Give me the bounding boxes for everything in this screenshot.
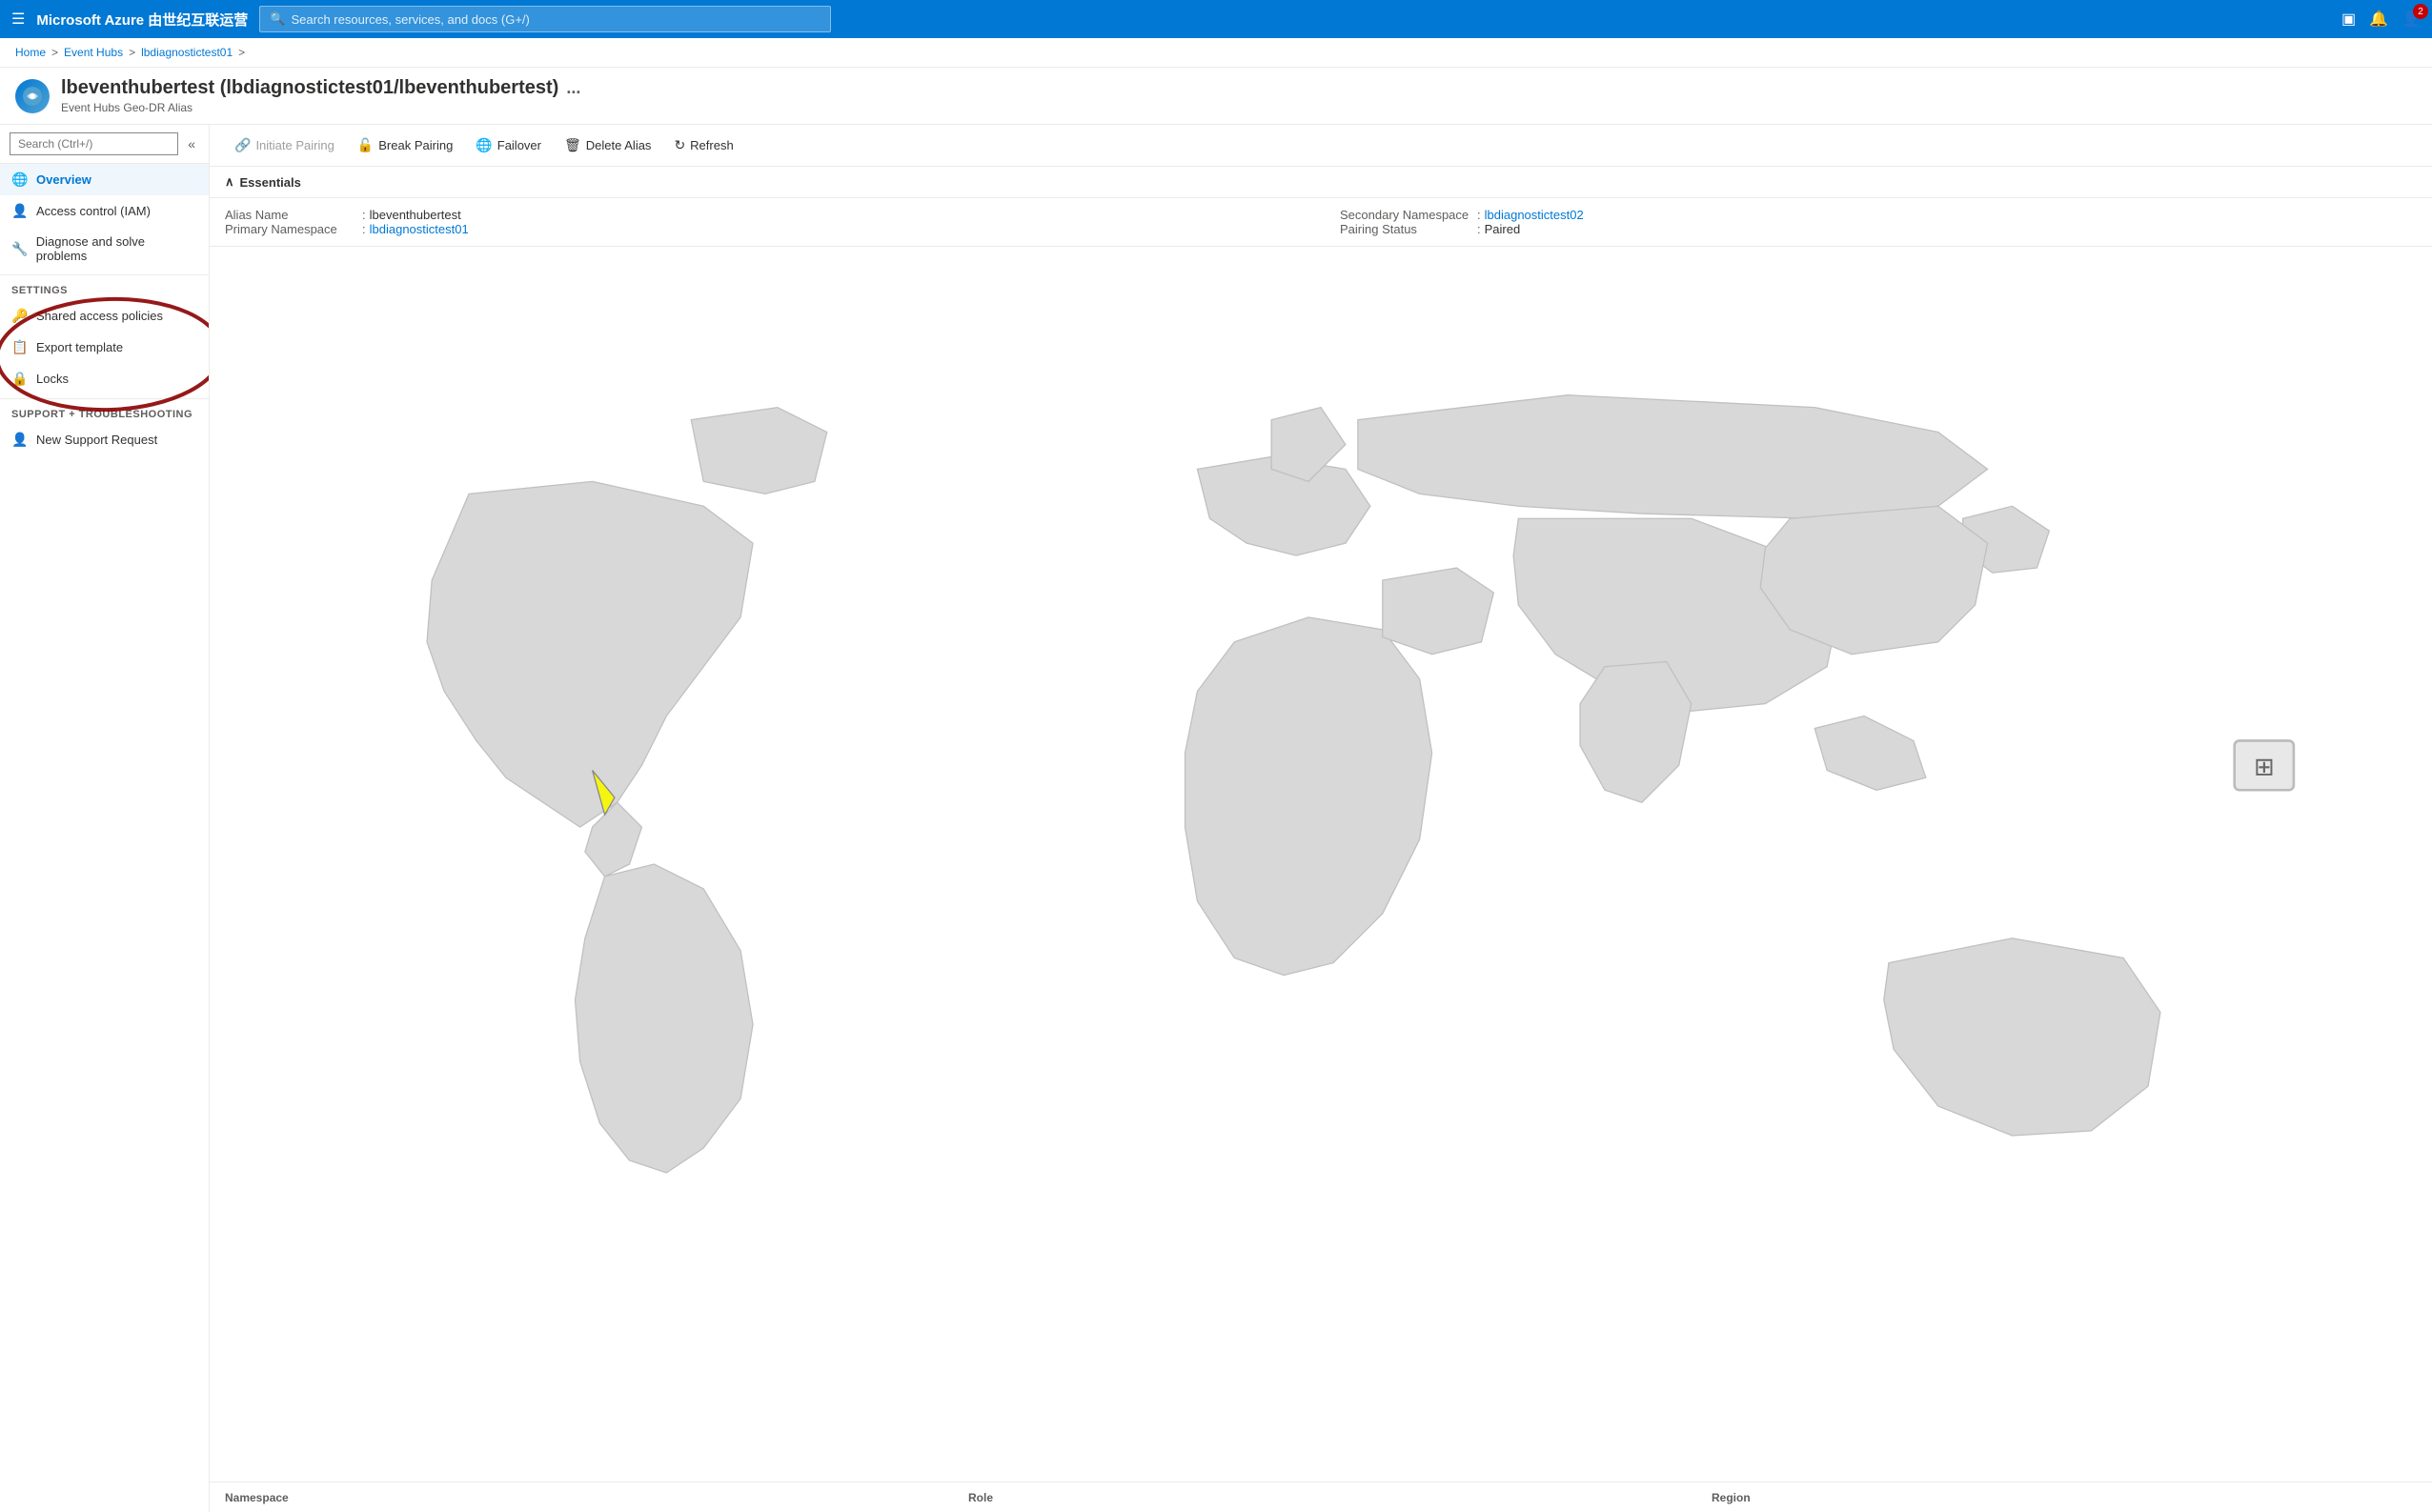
search-icon: 🔍	[270, 11, 285, 27]
sidebar-item-label-support: New Support Request	[36, 433, 157, 447]
failover-button[interactable]: 🌐 Failover	[466, 132, 551, 158]
map-area: ⊞	[210, 247, 2432, 1482]
breadcrumb-sep-1: >	[51, 46, 58, 59]
breadcrumb-eventhubs[interactable]: Event Hubs	[64, 46, 123, 59]
page-header: lbeventhubertest (lbdiagnostictest01/lbe…	[0, 68, 2432, 125]
global-search[interactable]: 🔍 Search resources, services, and docs (…	[259, 6, 831, 32]
initiate-pairing-button[interactable]: 🔗 Initiate Pairing	[225, 132, 344, 158]
col-role: Role	[968, 1491, 993, 1504]
sidebar-item-label-locks: Locks	[36, 372, 69, 386]
sidebar-item-label-iam: Access control (IAM)	[36, 204, 151, 218]
page-subtitle: Event Hubs Geo-DR Alias	[61, 101, 2417, 114]
failover-icon: 🌐	[476, 137, 492, 153]
refresh-icon: ↻	[674, 137, 685, 153]
top-nav-right: ▣ 🔔 👤 2	[2341, 10, 2421, 29]
initiate-pairing-label: Initiate Pairing	[255, 138, 334, 152]
notification-badge: 2	[2413, 4, 2428, 19]
refresh-label: Refresh	[690, 138, 734, 152]
primary-ns-link[interactable]: lbdiagnostictest01	[370, 222, 469, 236]
breadcrumb: Home > Event Hubs > lbdiagnostictest01 >	[0, 38, 2432, 68]
settings-section-header: Settings	[0, 274, 209, 300]
search-placeholder: Search resources, services, and docs (G+…	[292, 12, 530, 27]
resource-icon	[15, 79, 50, 113]
sidebar-item-overview[interactable]: 🌐 Overview	[0, 164, 209, 195]
secondary-ns-label: Secondary Namespace	[1340, 208, 1473, 222]
breadcrumb-home[interactable]: Home	[15, 46, 46, 59]
essentials-left: Alias Name : lbeventhubertest Primary Na…	[225, 208, 1302, 236]
col-region: Region	[1712, 1491, 1751, 1504]
hamburger-icon[interactable]: ☰	[11, 10, 25, 29]
breadcrumb-sep-2: >	[129, 46, 135, 59]
iam-icon: 👤	[11, 203, 29, 219]
primary-ns-label: Primary Namespace	[225, 222, 358, 236]
page-title-area: lbeventhubertest (lbdiagnostictest01/lbe…	[61, 77, 2417, 114]
break-pairing-button[interactable]: 🔓 Break Pairing	[348, 132, 462, 158]
essentials-chevron-icon: ∧	[225, 174, 234, 190]
world-map-svg: ⊞	[210, 247, 2432, 1482]
sidebar-search-input[interactable]	[10, 132, 178, 155]
breadcrumb-current[interactable]: lbdiagnostictest01	[141, 46, 233, 59]
sidebar-item-label-overview: Overview	[36, 172, 91, 187]
notification-button[interactable]: 👤 2	[2402, 10, 2421, 29]
top-nav: ☰ Microsoft Azure 由世纪互联运营 🔍 Search resou…	[0, 0, 2432, 38]
page-title: lbeventhubertest (lbdiagnostictest01/lbe…	[61, 77, 2417, 99]
sidebar-item-label-shared: Shared access policies	[36, 309, 163, 323]
sidebar-search-area: «	[0, 125, 209, 164]
essentials-row-secondary: Secondary Namespace : lbdiagnostictest02	[1340, 208, 2417, 222]
sidebar: « 🌐 Overview 👤 Access control (IAM) 🔧 Di…	[0, 125, 210, 1512]
sidebar-item-label-export: Export template	[36, 340, 123, 354]
essentials-row-pairing: Pairing Status : Paired	[1340, 222, 2417, 236]
sidebar-item-label-diagnose: Diagnose and solve problems	[36, 234, 197, 263]
overview-icon: 🌐	[11, 171, 29, 188]
break-pairing-icon: 🔓	[357, 137, 374, 153]
sidebar-item-iam[interactable]: 👤 Access control (IAM)	[0, 195, 209, 227]
brand-label: Microsoft Azure 由世纪互联运营	[36, 10, 248, 30]
main-layout: « 🌐 Overview 👤 Access control (IAM) 🔧 Di…	[0, 125, 2432, 1512]
sidebar-item-diagnose[interactable]: 🔧 Diagnose and solve problems	[0, 227, 209, 271]
failover-label: Failover	[497, 138, 541, 152]
locks-icon: 🔒	[11, 371, 29, 387]
initiate-pairing-icon: 🔗	[234, 137, 251, 153]
portal-icon[interactable]: ▣	[2341, 10, 2356, 29]
breadcrumb-sep-3: >	[238, 46, 245, 59]
essentials-row-primary: Primary Namespace : lbdiagnostictest01	[225, 222, 1302, 236]
shared-access-icon: 🔑	[11, 308, 29, 324]
refresh-button[interactable]: ↻ Refresh	[664, 132, 742, 158]
support-icon: 👤	[11, 432, 29, 448]
main-content: 🔗 Initiate Pairing 🔓 Break Pairing 🌐 Fai…	[210, 125, 2432, 1512]
delete-alias-button[interactable]: 🗑 Delete Alias	[555, 132, 660, 158]
page-title-text: lbeventhubertest (lbdiagnostictest01/lbe…	[61, 77, 558, 99]
sidebar-item-export[interactable]: 📋 Export template	[0, 332, 209, 363]
essentials-header[interactable]: ∧ Essentials	[210, 167, 2432, 198]
pairing-status-label: Pairing Status	[1340, 222, 1473, 236]
alias-name-label: Alias Name	[225, 208, 358, 222]
pairing-status-value: Paired	[1485, 222, 1521, 236]
delete-alias-icon: 🗑	[564, 137, 581, 153]
toolbar: 🔗 Initiate Pairing 🔓 Break Pairing 🌐 Fai…	[210, 125, 2432, 167]
delete-alias-label: Delete Alias	[586, 138, 652, 152]
sidebar-item-shared-access[interactable]: 🔑 Shared access policies	[0, 300, 209, 332]
svg-text:⊞: ⊞	[2254, 755, 2275, 781]
col-namespace: Namespace	[225, 1491, 289, 1504]
support-section-header: Support + troubleshooting	[0, 398, 209, 424]
sidebar-item-support[interactable]: 👤 New Support Request	[0, 424, 209, 455]
essentials-content: Alias Name : lbeventhubertest Primary Na…	[210, 198, 2432, 247]
break-pairing-label: Break Pairing	[378, 138, 453, 152]
alias-name-value: lbeventhubertest	[370, 208, 461, 222]
sidebar-item-locks[interactable]: 🔒 Locks	[0, 363, 209, 394]
page-more-button[interactable]: ...	[566, 78, 580, 98]
essentials-right: Secondary Namespace : lbdiagnostictest02…	[1340, 208, 2417, 236]
essentials-title: Essentials	[240, 175, 301, 190]
sidebar-collapse-icon[interactable]: «	[184, 132, 199, 155]
table-footer: Namespace Role Region	[210, 1482, 2432, 1512]
secondary-ns-link[interactable]: lbdiagnostictest02	[1485, 208, 1584, 222]
bell-icon[interactable]: 🔔	[2369, 10, 2388, 29]
essentials-row-alias: Alias Name : lbeventhubertest	[225, 208, 1302, 222]
diagnose-icon: 🔧	[11, 241, 29, 257]
export-icon: 📋	[11, 339, 29, 355]
